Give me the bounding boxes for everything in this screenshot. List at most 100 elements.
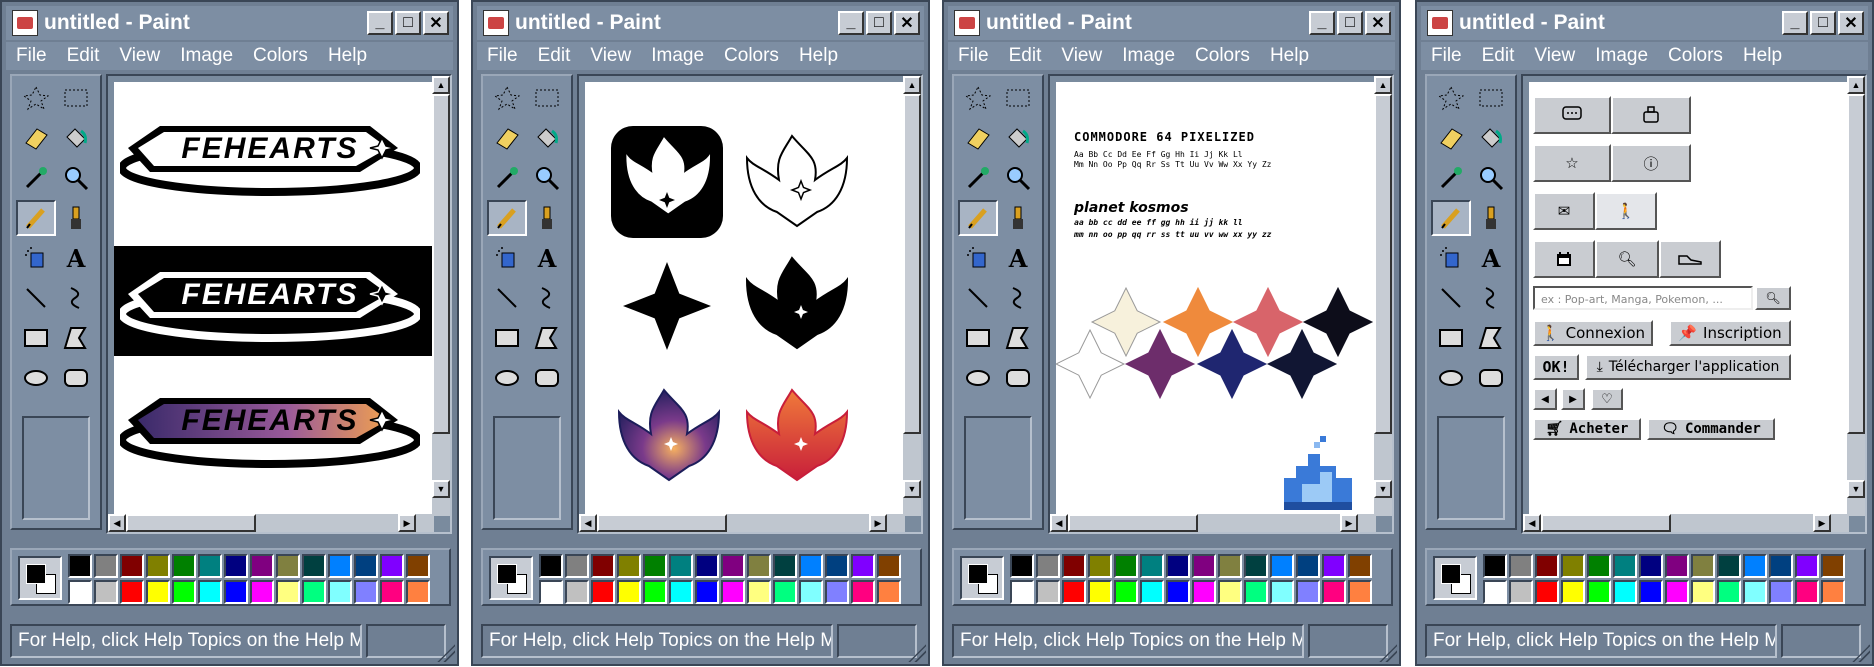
scroll-up-icon[interactable]: ▲ — [432, 76, 450, 94]
palette-swatch[interactable] — [1114, 580, 1138, 604]
vertical-scrollbar[interactable]: ▲ ▼ — [1374, 76, 1392, 516]
brush-icon[interactable] — [527, 200, 567, 236]
palette-swatch[interactable] — [799, 580, 823, 604]
tool-options-box[interactable] — [964, 416, 1032, 520]
free-select-icon[interactable] — [487, 80, 527, 116]
text-tool-icon[interactable]: A — [527, 240, 567, 276]
menu-help[interactable]: Help — [318, 45, 377, 67]
palette-swatch[interactable] — [1322, 554, 1346, 578]
sneaker-icon[interactable] — [1659, 240, 1721, 278]
palette-swatch[interactable] — [1509, 554, 1533, 578]
palette-swatch[interactable] — [1192, 554, 1216, 578]
scroll-left-icon[interactable]: ◀ — [579, 514, 597, 532]
palette-swatch[interactable] — [1218, 554, 1242, 578]
palette-swatch[interactable] — [1218, 580, 1242, 604]
palette-swatch[interactable] — [877, 580, 901, 604]
palette-swatch[interactable] — [591, 554, 615, 578]
horizontal-scrollbar[interactable]: ◀ ▶ — [108, 514, 434, 532]
calendar-icon[interactable] — [1533, 240, 1595, 278]
pencil-icon[interactable] — [487, 200, 527, 236]
maximize-button[interactable]: □ — [866, 11, 892, 35]
palette-swatch[interactable] — [1795, 580, 1819, 604]
palette-swatch[interactable] — [1561, 554, 1585, 578]
heart-icon[interactable]: ♡ — [1591, 388, 1623, 410]
rounded-rect-tool-icon[interactable] — [56, 360, 96, 396]
palette-swatch[interactable] — [94, 580, 118, 604]
brush-icon[interactable] — [56, 200, 96, 236]
polygon-tool-icon[interactable] — [998, 320, 1038, 356]
palette-swatch[interactable] — [565, 580, 589, 604]
menu-image[interactable]: Image — [1585, 45, 1658, 67]
free-select-icon[interactable] — [16, 80, 56, 116]
close-button[interactable]: ✕ — [423, 11, 449, 35]
palette-swatch[interactable] — [146, 580, 170, 604]
current-colors[interactable] — [18, 556, 62, 600]
color-picker-icon[interactable] — [16, 160, 56, 196]
palette-swatch[interactable] — [68, 554, 92, 578]
horizontal-scroll-thumb[interactable] — [1541, 514, 1671, 532]
mail-icon[interactable]: ✉ — [1533, 192, 1595, 230]
menu-file[interactable]: File — [948, 45, 999, 67]
ok-button[interactable]: OK! — [1533, 354, 1579, 380]
menu-colors[interactable]: Colors — [1185, 45, 1260, 67]
palette-swatch[interactable] — [328, 554, 352, 578]
line-tool-icon[interactable] — [16, 280, 56, 316]
palette-swatch[interactable] — [773, 554, 797, 578]
palette-swatch[interactable] — [825, 554, 849, 578]
menu-image[interactable]: Image — [1112, 45, 1185, 67]
polygon-tool-icon[interactable] — [527, 320, 567, 356]
palette-swatch[interactable] — [1010, 554, 1034, 578]
scroll-left-icon[interactable]: ◀ — [108, 514, 126, 532]
resize-grip[interactable] — [908, 644, 926, 662]
menu-file[interactable]: File — [6, 45, 57, 67]
palette-swatch[interactable] — [1270, 580, 1294, 604]
resize-grip[interactable] — [437, 644, 455, 662]
order-button[interactable]: 🗨︎ Commander — [1647, 418, 1775, 440]
text-tool-icon[interactable]: A — [998, 240, 1038, 276]
rectangle-tool-icon[interactable] — [1431, 320, 1471, 356]
text-tool-icon[interactable]: A — [1471, 240, 1511, 276]
scroll-left-icon[interactable]: ◀ — [1523, 514, 1541, 532]
color-picker-icon[interactable] — [1431, 160, 1471, 196]
palette-swatch[interactable] — [565, 554, 589, 578]
palette-swatch[interactable] — [669, 580, 693, 604]
palette-swatch[interactable] — [1166, 554, 1190, 578]
airbrush-icon[interactable] — [16, 240, 56, 276]
palette-swatch[interactable] — [591, 580, 615, 604]
horizontal-scrollbar[interactable]: ◀ ▶ — [579, 514, 905, 532]
vertical-scroll-thumb[interactable] — [903, 94, 921, 434]
minimize-button[interactable]: _ — [367, 11, 393, 35]
rect-select-icon[interactable] — [1471, 80, 1511, 116]
palette-swatch[interactable] — [1743, 554, 1767, 578]
minimize-button[interactable]: _ — [838, 11, 864, 35]
search-submit-icon[interactable]: 🔍︎ — [1755, 286, 1791, 310]
magnifier-icon[interactable] — [1471, 160, 1511, 196]
palette-swatch[interactable] — [276, 554, 300, 578]
drawing-canvas[interactable]: ☆ ⓘ ✉ 🚶 🔍︎ ex : Pop-art, Manga, Pokemon,… — [1529, 82, 1847, 516]
line-tool-icon[interactable] — [958, 280, 998, 316]
palette-swatch[interactable] — [198, 554, 222, 578]
palette-swatch[interactable] — [1088, 580, 1112, 604]
palette-swatch[interactable] — [1244, 580, 1268, 604]
rounded-rect-tool-icon[interactable] — [1471, 360, 1511, 396]
horizontal-scroll-thumb[interactable] — [1068, 514, 1198, 532]
palette-swatch[interactable] — [877, 554, 901, 578]
vertical-scroll-thumb[interactable] — [1847, 94, 1865, 434]
menu-image[interactable]: Image — [641, 45, 714, 67]
ellipse-tool-icon[interactable] — [958, 360, 998, 396]
palette-swatch[interactable] — [721, 580, 745, 604]
palette-swatch[interactable] — [354, 580, 378, 604]
polygon-tool-icon[interactable] — [1471, 320, 1511, 356]
fill-bucket-icon[interactable] — [56, 120, 96, 156]
magnifier-icon[interactable] — [527, 160, 567, 196]
curve-tool-icon[interactable] — [527, 280, 567, 316]
eraser-icon[interactable] — [487, 120, 527, 156]
palette-swatch[interactable] — [1296, 580, 1320, 604]
menu-edit[interactable]: Edit — [528, 45, 581, 67]
vertical-scrollbar[interactable]: ▲ ▼ — [1847, 76, 1865, 516]
title-bar[interactable]: untitled - Paint _ □ ✕ — [948, 6, 1395, 40]
palette-swatch[interactable] — [172, 554, 196, 578]
title-bar[interactable]: untitled - Paint _ □ ✕ — [6, 6, 453, 40]
palette-swatch[interactable] — [1769, 580, 1793, 604]
menu-edit[interactable]: Edit — [1472, 45, 1525, 67]
